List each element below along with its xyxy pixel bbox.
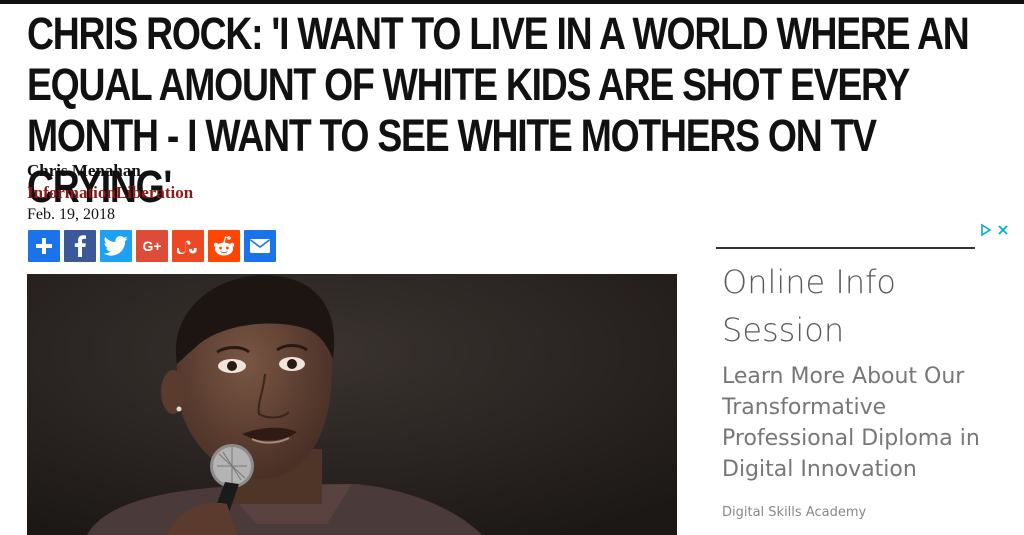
twitter-icon [104, 236, 128, 256]
article-photo[interactable] [27, 274, 677, 535]
source-name[interactable]: InformationLiberation [27, 182, 193, 204]
share-twitter-button[interactable] [100, 230, 132, 262]
article-meta: Chris Menahan InformationLiberation Feb.… [27, 160, 193, 226]
share-googleplus-button[interactable]: G+ [136, 230, 168, 262]
publish-date: Feb. 19, 2018 [27, 206, 115, 223]
adchoices-icon[interactable] [978, 222, 993, 237]
ad-title[interactable]: Online Info Session [722, 258, 972, 354]
email-icon [250, 239, 270, 253]
stumbleupon-icon [177, 240, 197, 254]
close-icon[interactable] [995, 222, 1010, 237]
reddit-icon [213, 236, 235, 256]
google-plus-icon: G+ [142, 238, 162, 254]
plus-icon [36, 238, 52, 254]
ad-body[interactable]: Learn More About Our Transformative Prof… [722, 361, 992, 485]
ad-sponsor[interactable]: Digital Skills Academy [722, 505, 866, 520]
author-name[interactable]: Chris Menahan [27, 160, 193, 182]
ad-choices[interactable] [978, 222, 1010, 237]
share-reddit-button[interactable] [208, 230, 240, 262]
share-bar: G+ [28, 230, 276, 262]
sidebar-ad[interactable]: Online Info Session Learn More About Our… [716, 222, 1010, 535]
facebook-icon [74, 235, 86, 257]
share-email-button[interactable] [244, 230, 276, 262]
share-facebook-button[interactable] [64, 230, 96, 262]
share-stumbleupon-button[interactable] [172, 230, 204, 262]
share-plus-button[interactable] [28, 230, 60, 262]
comedian-photo-image [27, 274, 677, 535]
ad-divider [716, 247, 975, 249]
top-rule [0, 0, 1024, 4]
